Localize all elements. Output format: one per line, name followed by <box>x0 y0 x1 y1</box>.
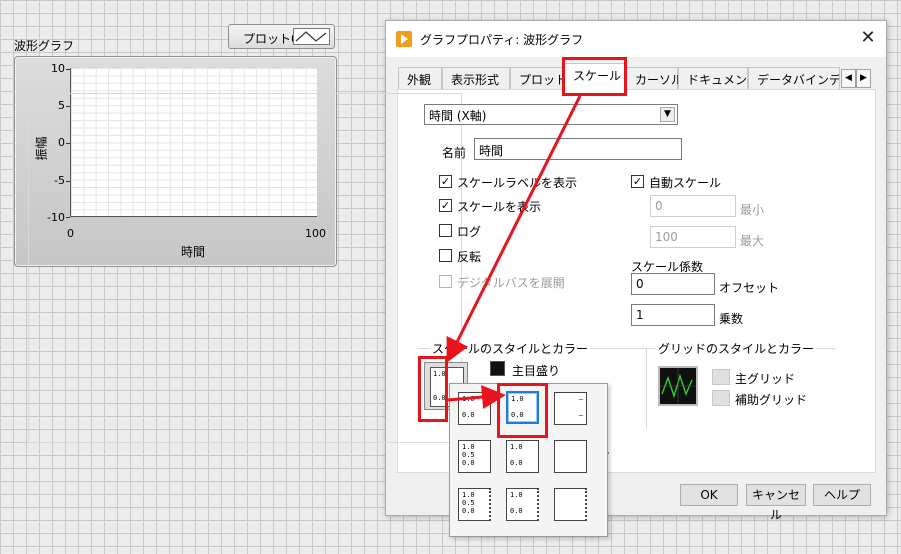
maximum-field[interactable]: 100 <box>650 226 736 248</box>
tab-display-format[interactable]: 表示形式 <box>442 67 510 89</box>
y-tick-mark <box>66 69 70 70</box>
plot-legend[interactable]: プロット0 <box>228 24 335 49</box>
highlight-selected-style <box>497 383 548 438</box>
axis-settings-group <box>28 93 462 443</box>
tab-cursors[interactable]: カーソル <box>626 67 683 89</box>
labview-app-icon <box>396 31 412 47</box>
tab-data-binding[interactable]: データバインディン <box>748 67 840 89</box>
style-option-1[interactable]: 1.0 0.0 <box>458 392 491 425</box>
auto-scale-checkbox[interactable]: ✓ <box>631 175 644 188</box>
name-field[interactable]: 時間 <box>474 138 682 160</box>
y-tick-label: 10 <box>51 62 65 75</box>
main-tick-color-swatch[interactable] <box>490 361 505 376</box>
tab-documentation[interactable]: ドキュメント <box>678 67 759 89</box>
style-option-8[interactable]: 1.0 0.0 <box>506 488 539 521</box>
show-scale-label-label: スケールラベルを表示 <box>457 176 578 190</box>
minor-grid-color-swatch[interactable] <box>712 390 730 406</box>
plot-line-icon <box>293 28 330 45</box>
invert-label: 反転 <box>457 250 482 264</box>
major-grid-label: 主グリッド <box>735 372 796 386</box>
plot-legend-label: プロット0 <box>243 32 299 46</box>
tab-plots[interactable]: プロット <box>510 67 567 89</box>
style-option-6[interactable] <box>554 440 587 473</box>
style-option-3[interactable]: – – <box>554 392 587 425</box>
style-option-4[interactable]: 1.0 0.5 0.0 <box>458 440 491 473</box>
main-tick-label: 主目盛り <box>512 364 561 378</box>
tab-scroll-left-button[interactable]: ◀ <box>841 69 856 88</box>
expand-digital-bus-label: デジタルバスを展開 <box>457 276 565 290</box>
show-scale-label: スケールを表示 <box>457 200 542 214</box>
multiplier-field[interactable]: 1 <box>631 304 715 326</box>
dialog-titlebar[interactable]: グラフプロパティ: 波形グラフ ✕ <box>386 21 886 57</box>
tab-appearance[interactable]: 外観 <box>398 67 442 89</box>
highlight-style-button <box>418 356 448 422</box>
expand-digital-bus-checkbox[interactable] <box>439 275 452 288</box>
name-label: 名前 <box>442 146 467 160</box>
axis-select-value: 時間 (X軸) <box>429 109 487 123</box>
help-button[interactable]: ヘルプ <box>813 484 871 506</box>
offset-label: オフセット <box>719 281 780 295</box>
axis-select[interactable]: 時間 (X軸) ▼ <box>424 104 678 125</box>
ok-button[interactable]: OK <box>680 484 738 506</box>
style-option-9[interactable] <box>554 488 587 521</box>
multiplier-label: 乗数 <box>719 312 744 326</box>
major-grid-color-swatch[interactable] <box>712 369 730 385</box>
scale-style-title: スケールのスタイルとカラー <box>430 340 591 357</box>
style-option-7[interactable]: 1.0 0.5 0.0 <box>458 488 491 521</box>
grid-style-preview[interactable] <box>658 366 698 406</box>
log-label: ログ <box>457 225 482 239</box>
style-option-5[interactable]: 1.0 0.0 <box>506 440 539 473</box>
invert-checkbox[interactable] <box>439 249 452 262</box>
tab-scroll-right-button[interactable]: ▶ <box>856 69 871 88</box>
group-divider <box>646 348 647 428</box>
minimum-field[interactable]: 0 <box>650 195 736 217</box>
dialog-title: グラフプロパティ: 波形グラフ <box>420 33 584 47</box>
highlight-scale-tab <box>562 57 627 96</box>
auto-scale-label: 自動スケール <box>649 176 722 190</box>
maximum-label: 最大 <box>740 234 765 248</box>
log-checkbox[interactable] <box>439 224 452 237</box>
show-scale-checkbox[interactable]: ✓ <box>439 199 452 212</box>
cancel-button[interactable]: キャンセル <box>746 484 806 522</box>
graph-label: 波形グラフ <box>14 39 75 53</box>
close-button[interactable]: ✕ <box>856 27 880 51</box>
chevron-down-icon[interactable]: ▼ <box>660 107 675 122</box>
minimum-label: 最小 <box>740 203 765 217</box>
minor-grid-label: 補助グリッド <box>735 393 808 407</box>
offset-field[interactable]: 0 <box>631 273 715 295</box>
show-scale-label-checkbox[interactable]: ✓ <box>439 175 452 188</box>
grid-style-title: グリッドのスタイルとカラー <box>656 340 817 357</box>
